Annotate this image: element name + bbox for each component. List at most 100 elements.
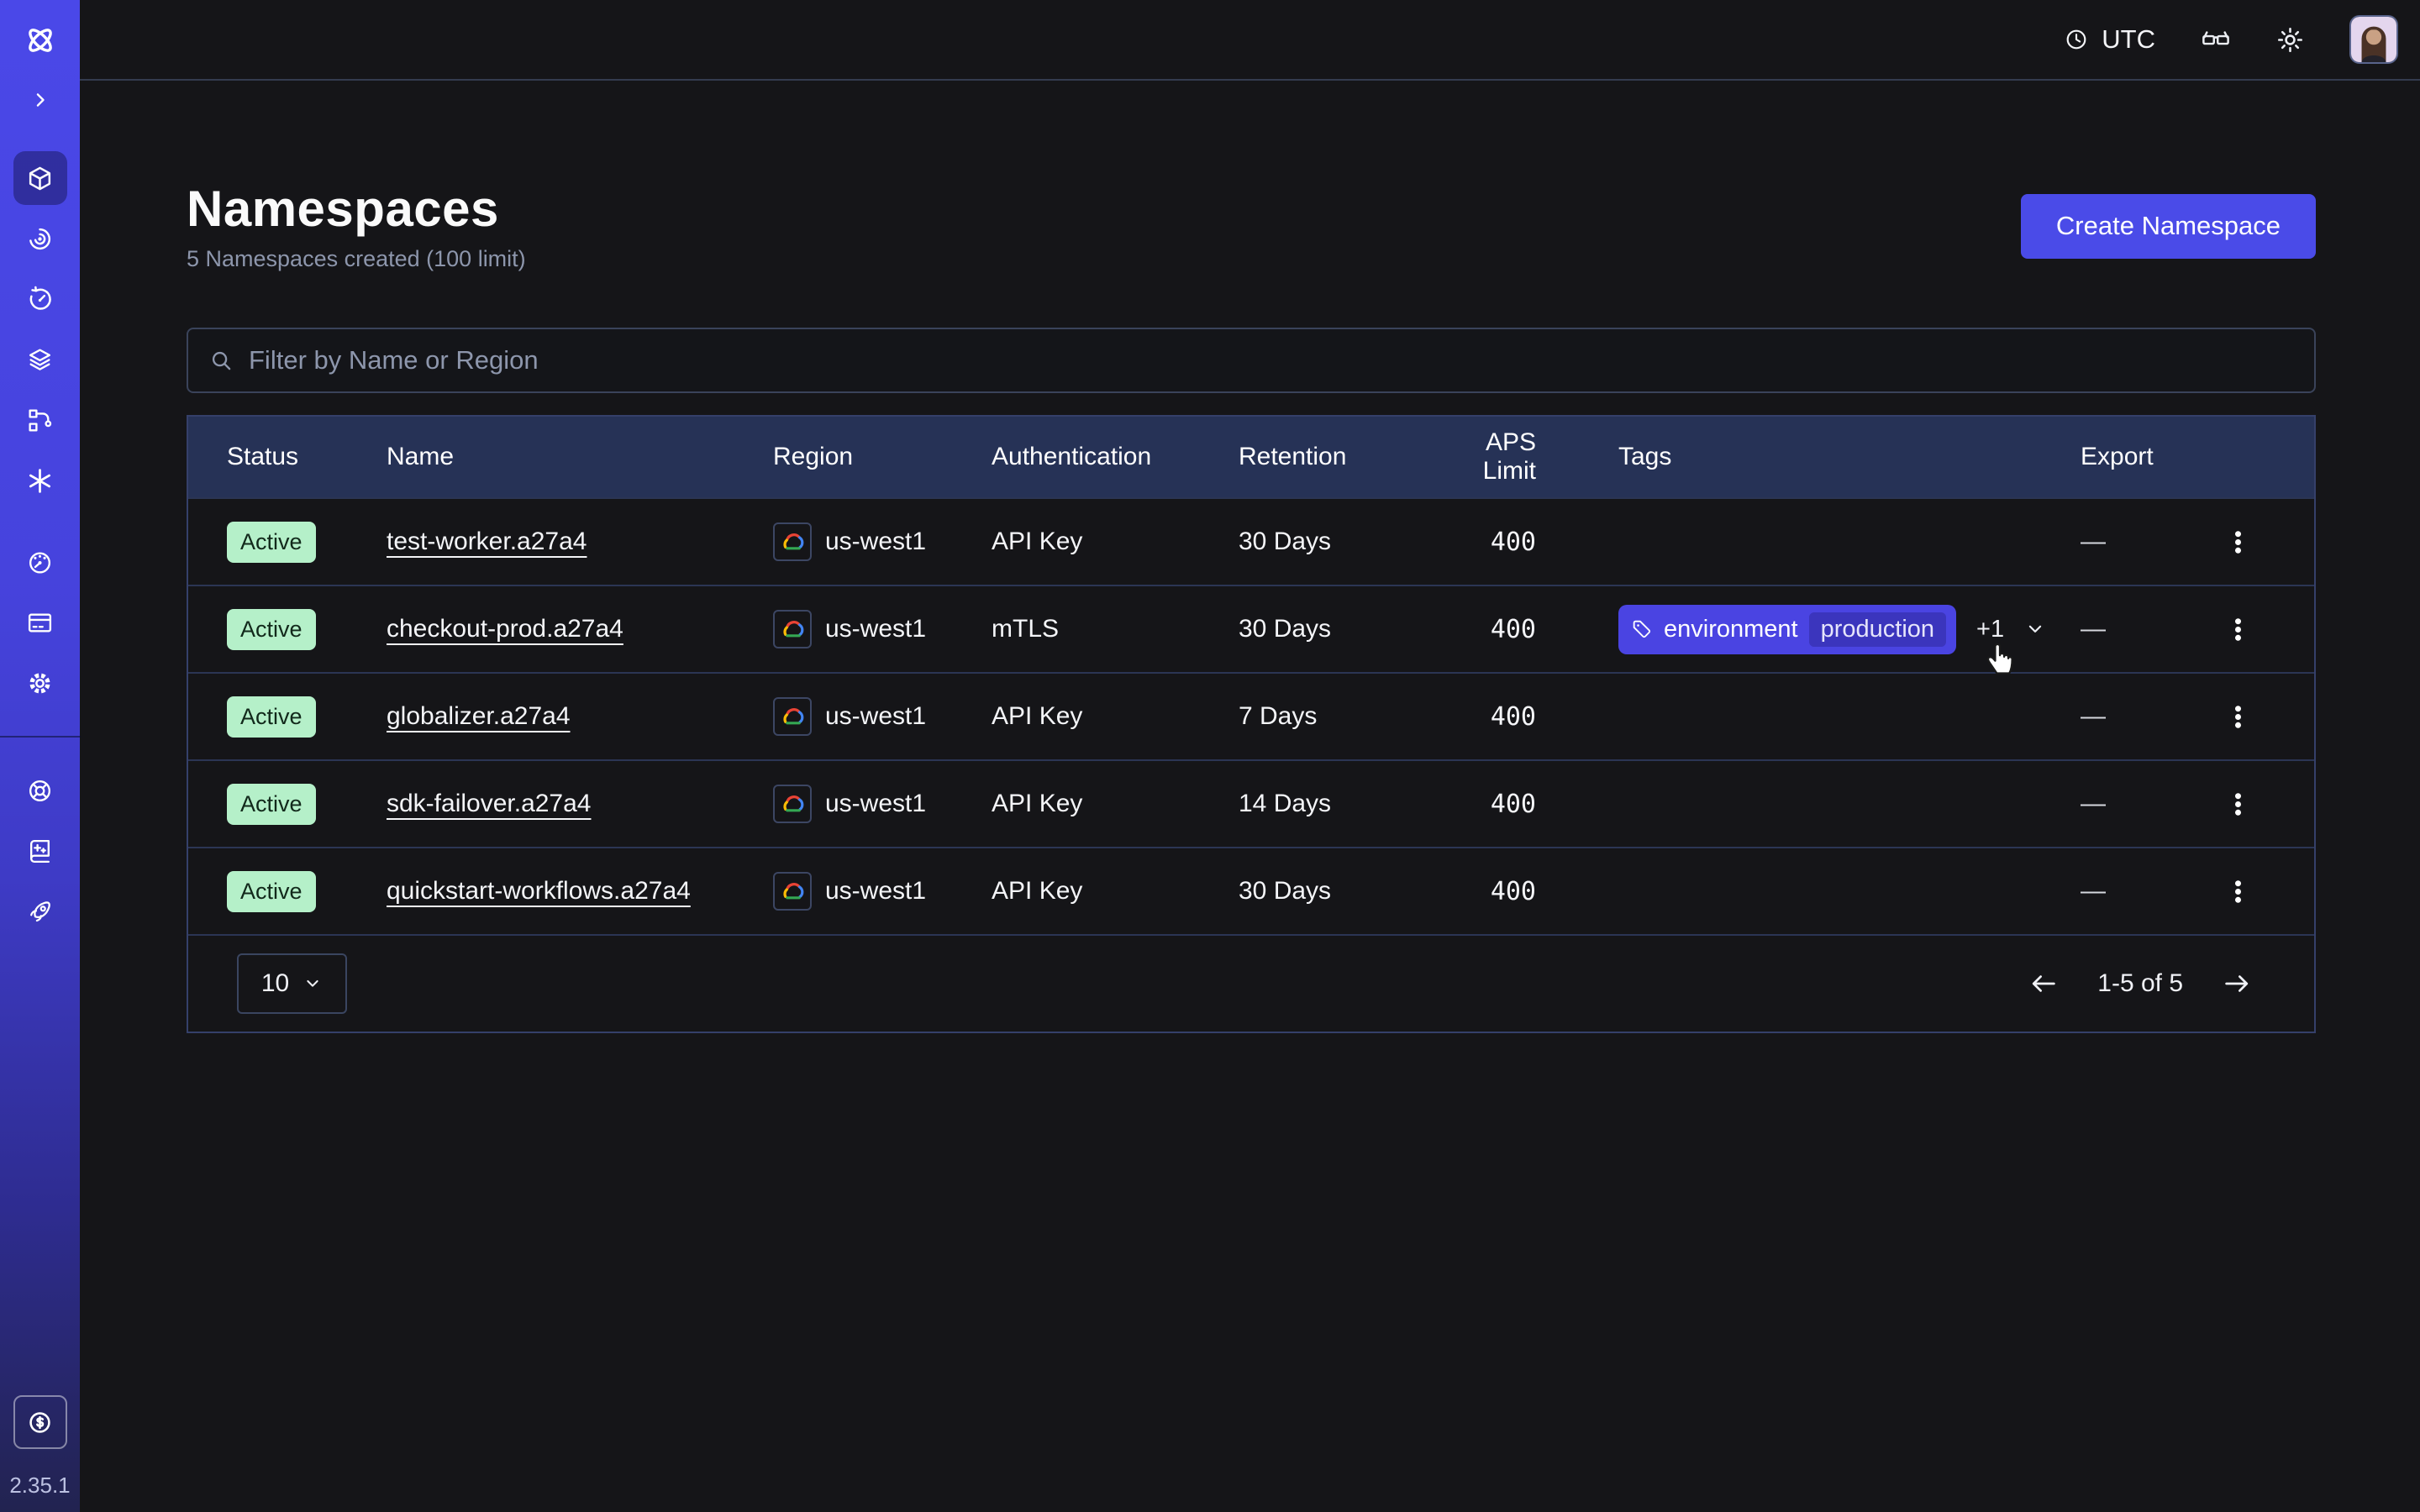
status-cell: Active: [227, 609, 387, 650]
chevron-right-icon: [29, 88, 52, 112]
dollar-badge-icon: [26, 1409, 54, 1436]
aps-limit-cell: 400: [1430, 528, 1536, 557]
table-row: Active globalizer.a27a4 us-west1 API Key…: [188, 672, 2314, 759]
export-cell: —: [2074, 877, 2314, 906]
table-header-row: Status Name Region Authentication Retent…: [188, 417, 2314, 497]
column-header-authentication: Authentication: [992, 443, 1239, 471]
authentication-cell: API Key: [992, 528, 1239, 556]
page-title: Namespaces: [187, 180, 526, 238]
tag-icon: [1631, 618, 1653, 640]
sidebar-item-pipeline[interactable]: [13, 393, 67, 447]
sidebar-group-account: [13, 535, 67, 710]
chevron-down-icon: [302, 974, 323, 994]
authentication-cell: mTLS: [992, 615, 1239, 643]
aps-limit-cell: 400: [1430, 877, 1536, 906]
table-body: Active test-worker.a27a4 us-west1 API Ke…: [188, 497, 2314, 934]
export-value: —: [2081, 615, 2106, 643]
column-header-retention: Retention: [1239, 443, 1430, 471]
status-badge: Active: [227, 522, 316, 563]
sidebar-item-rocket[interactable]: [13, 885, 67, 938]
kebab-menu-icon[interactable]: [2224, 616, 2252, 643]
next-page-arrow-icon[interactable]: [2222, 969, 2252, 999]
retention-cell: 7 Days: [1239, 702, 1430, 731]
timer-icon: [26, 286, 54, 313]
temporal-logo[interactable]: [20, 20, 60, 60]
sidebar-item-lifebuoy[interactable]: [13, 764, 67, 817]
google-cloud-icon: [779, 528, 806, 555]
sidebar-item-timer[interactable]: [13, 272, 67, 326]
tag-key-label: environment: [1664, 616, 1798, 643]
export-value: —: [2081, 702, 2106, 731]
iris-icon: [26, 225, 54, 253]
topbar: UTC: [80, 0, 2420, 81]
kebab-menu-icon[interactable]: [2224, 703, 2252, 731]
page-size-select[interactable]: 10: [237, 953, 347, 1014]
aps-limit-cell: 400: [1430, 790, 1536, 819]
status-badge: Active: [227, 609, 316, 650]
google-cloud-icon: [779, 616, 806, 643]
avatar[interactable]: [2349, 15, 2398, 64]
authentication-cell: API Key: [992, 877, 1239, 906]
kebab-menu-icon[interactable]: [2224, 528, 2252, 556]
column-header-export: Export: [2074, 443, 2314, 471]
usage-dollar-button[interactable]: [13, 1395, 67, 1449]
tag-value-label: production: [1809, 612, 1946, 647]
namespace-link[interactable]: quickstart-workflows.a27a4: [387, 877, 691, 905]
search-icon: [208, 348, 234, 373]
timezone-selector[interactable]: UTC: [2064, 24, 2155, 55]
sidebar-item-book-sparkles[interactable]: [13, 824, 67, 878]
status-cell: Active: [227, 784, 387, 825]
cloud-provider-badge: [773, 785, 812, 823]
sidebar-nav: [13, 151, 67, 938]
authentication-cell: API Key: [992, 790, 1239, 818]
kebab-menu-icon[interactable]: [2224, 878, 2252, 906]
name-cell: sdk-failover.a27a4: [387, 790, 773, 818]
column-header-aps-limit: APS Limit: [1430, 428, 1536, 486]
sidebar-item-layers[interactable]: [13, 333, 67, 386]
column-header-region: Region: [773, 443, 992, 471]
status-badge: Active: [227, 696, 316, 738]
sidebar-item-gauge[interactable]: [13, 535, 67, 589]
theme-toggle-button[interactable]: [2276, 26, 2304, 54]
sidebar-expand-button[interactable]: [21, 81, 60, 119]
export-value: —: [2081, 528, 2106, 556]
region-label: us-west1: [825, 528, 926, 556]
page-subtitle: 5 Namespaces created (100 limit): [187, 246, 526, 272]
tags-cell: [1536, 780, 2074, 827]
export-value: —: [2081, 790, 2106, 818]
namespace-link[interactable]: sdk-failover.a27a4: [387, 790, 592, 817]
chevron-down-icon[interactable]: [2024, 618, 2046, 640]
retention-cell: 30 Days: [1239, 615, 1430, 643]
asterisk-icon: [26, 467, 54, 495]
cloud-provider-badge: [773, 522, 812, 561]
region-label: us-west1: [825, 877, 926, 906]
labs-toggle-button[interactable]: [2201, 24, 2231, 55]
filter-input[interactable]: [249, 345, 2294, 375]
namespace-link[interactable]: globalizer.a27a4: [387, 702, 571, 730]
sidebar-item-cube[interactable]: [13, 151, 67, 205]
previous-page-arrow-icon[interactable]: [2028, 969, 2059, 999]
tags-cell: [1536, 693, 2074, 740]
create-namespace-button[interactable]: Create Namespace: [2021, 194, 2316, 259]
sidebar-item-asterisk[interactable]: [13, 454, 67, 507]
status-cell: Active: [227, 696, 387, 738]
region-cell: us-west1: [773, 610, 992, 648]
kebab-menu-icon[interactable]: [2224, 790, 2252, 818]
sidebar-item-billing[interactable]: [13, 596, 67, 649]
main-content: Namespaces 5 Namespaces created (100 lim…: [80, 81, 2420, 1512]
cloud-provider-badge: [773, 610, 812, 648]
table-row: Active test-worker.a27a4 us-west1 API Ke…: [188, 497, 2314, 585]
page-size-value: 10: [261, 969, 289, 998]
sidebar-item-iris[interactable]: [13, 212, 67, 265]
tag-badge[interactable]: environment production: [1618, 605, 1956, 654]
namespace-link[interactable]: test-worker.a27a4: [387, 528, 587, 555]
retention-cell: 30 Days: [1239, 877, 1430, 906]
namespace-link[interactable]: checkout-prod.a27a4: [387, 615, 623, 643]
sidebar-group-primary: [13, 151, 67, 507]
region-cell: us-west1: [773, 872, 992, 911]
table-row: Active sdk-failover.a27a4 us-west1 API K…: [188, 759, 2314, 847]
status-cell: Active: [227, 871, 387, 912]
sidebar-item-gear[interactable]: [13, 656, 67, 710]
status-badge: Active: [227, 784, 316, 825]
table-row: Active checkout-prod.a27a4 us-west1 mTLS…: [188, 585, 2314, 672]
